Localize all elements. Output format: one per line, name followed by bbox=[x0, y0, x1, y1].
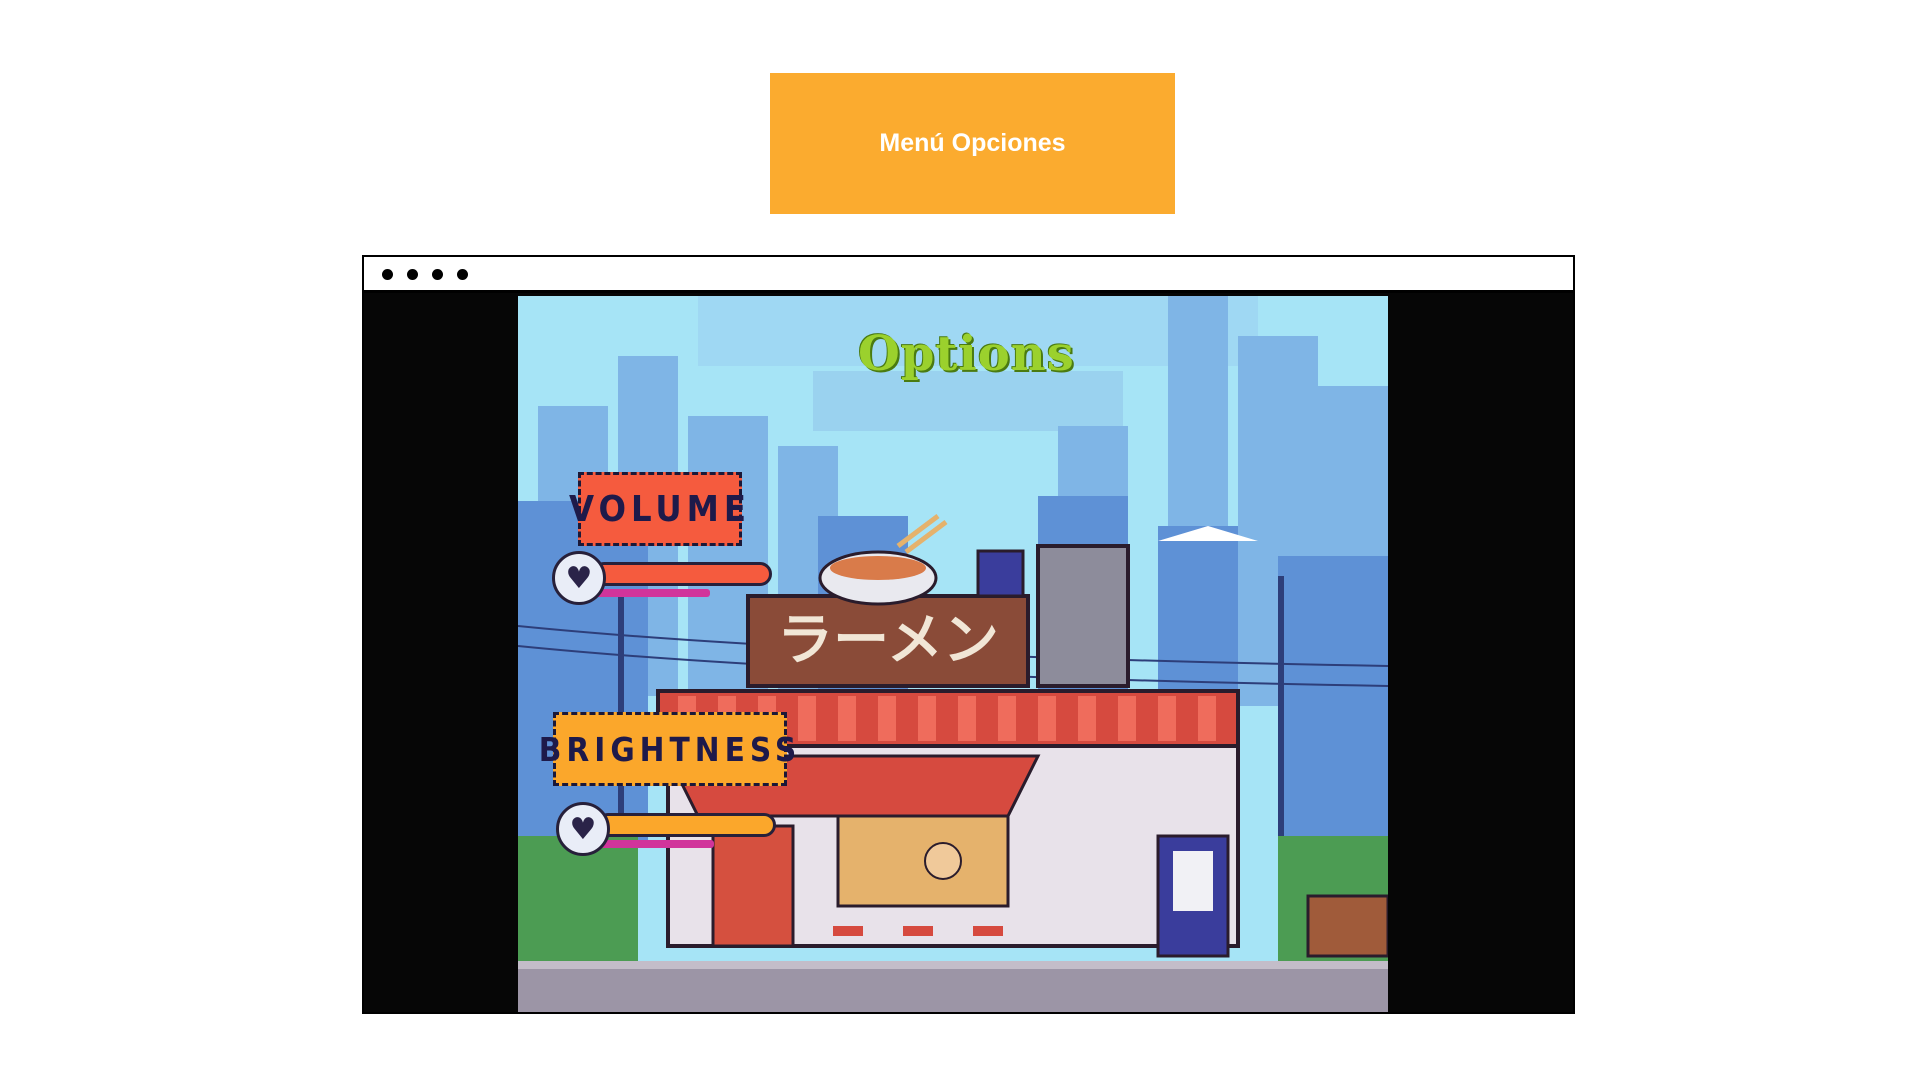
volume-slider[interactable]: ♥ bbox=[552, 551, 772, 605]
brightness-label: BRIGHTNESS bbox=[539, 712, 796, 786]
brightness-slider[interactable]: ♥ bbox=[556, 802, 776, 856]
volume-track[interactable] bbox=[592, 562, 772, 586]
window-dot bbox=[407, 269, 418, 280]
game-window: ラーメン Options VOLUME ♥ BRIGHTNESS ♥ bbox=[362, 255, 1575, 1014]
volume-label: VOLUME bbox=[569, 472, 746, 546]
volume-subtrack bbox=[592, 589, 710, 597]
heart-icon[interactable]: ♥ bbox=[552, 551, 606, 605]
window-dot bbox=[382, 269, 393, 280]
brightness-track[interactable] bbox=[596, 813, 776, 837]
menu-title: Menú Opciones bbox=[879, 129, 1066, 157]
heart-icon[interactable]: ♥ bbox=[556, 802, 610, 856]
ramen-shop-scene: ラーメン bbox=[518, 296, 1388, 1012]
game-viewport: ラーメン Options VOLUME ♥ BRIGHTNESS ♥ bbox=[518, 296, 1388, 1012]
shop-sign-text: ラーメン bbox=[777, 608, 999, 673]
window-dot bbox=[457, 269, 468, 280]
window-dot bbox=[432, 269, 443, 280]
window-titlebar bbox=[364, 257, 1573, 293]
menu-title-badge: Menú Opciones bbox=[770, 73, 1175, 214]
brightness-subtrack bbox=[596, 840, 714, 848]
options-title: Options bbox=[858, 326, 1075, 382]
